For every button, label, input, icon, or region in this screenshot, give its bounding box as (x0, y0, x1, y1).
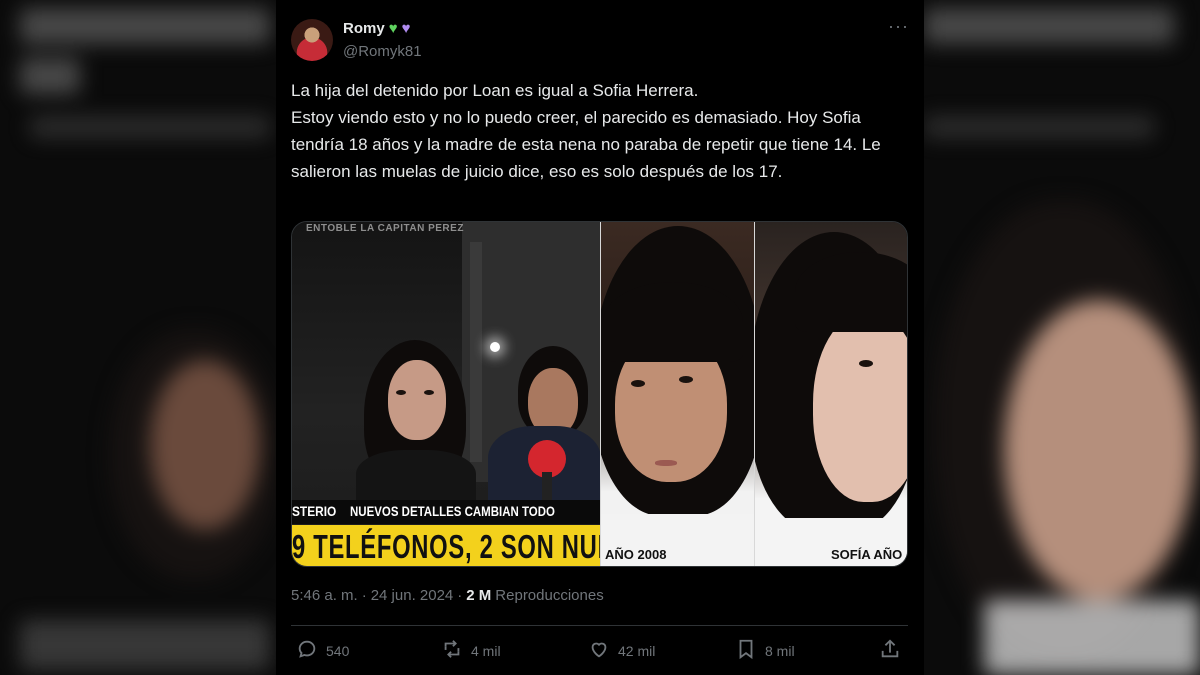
author-handle[interactable]: @Romyk81 (343, 43, 422, 60)
sofia-panel: SOFÍA AÑO (755, 222, 907, 566)
purple-heart-icon: ♥ (401, 20, 411, 37)
share-button[interactable] (879, 638, 901, 663)
share-icon (879, 638, 901, 663)
divider (291, 625, 908, 626)
bookmark-button[interactable]: 8 mil (735, 638, 795, 663)
tweet-card: Romy ♥ ♥ @Romyk81 ··· La hija del deteni… (276, 0, 924, 675)
reply-count: 540 (326, 642, 350, 659)
caption-sofia: SOFÍA AÑO (831, 547, 903, 562)
tweet-date[interactable]: 24 jun. 2024 (371, 587, 454, 604)
bookmark-count: 8 mil (765, 642, 795, 659)
blurred-left-side (0, 0, 276, 675)
ticker-headline: NUEVOS DETALLES CAMBIAN TODO (350, 503, 555, 519)
repost-icon (441, 638, 463, 663)
meta-separator: · (361, 587, 367, 604)
views-label: Reproducciones (495, 587, 604, 604)
reply-button[interactable]: 540 (296, 638, 349, 663)
tweet-text-line: La hija del detenido por Loan es igual a… (291, 81, 699, 100)
action-bar: 540 4 mil 42 mil 8 mil (291, 638, 908, 664)
heart-icon (588, 638, 610, 663)
views-count: 2 M (466, 587, 492, 604)
avatar[interactable] (291, 19, 333, 61)
meta-separator: · (457, 587, 463, 604)
ticker-tag: STERIO (292, 503, 337, 519)
tweet-meta: 5:46 a. m. · 24 jun. 2024 · 2 M Reproduc… (291, 587, 604, 604)
news-top-caption: ENTOBLE LA CAPITAN PEREZ (306, 223, 464, 234)
news-still-panel: ENTOBLE LA CAPITAN PEREZ STERIO NUEVOS D… (292, 222, 601, 566)
author-name-row: Romy ♥ ♥ (343, 20, 411, 37)
photo-2008-panel: AÑO 2008 (601, 222, 754, 566)
tweet-media-image[interactable]: ENTOBLE LA CAPITAN PEREZ STERIO NUEVOS D… (291, 221, 908, 567)
green-heart-icon: ♥ (388, 20, 398, 37)
blurred-right-side (924, 0, 1200, 675)
author-name[interactable]: Romy (343, 20, 385, 37)
tweet-text-line: Estoy viendo esto y no lo puedo creer, e… (291, 108, 881, 181)
tweet-text: La hija del detenido por Loan es igual a… (291, 77, 911, 185)
repost-count: 4 mil (471, 642, 501, 659)
bookmark-icon (735, 638, 757, 663)
ticker-big-text: 9 TELÉFONOS, 2 SON NUESTROS (292, 528, 601, 565)
tweet-time[interactable]: 5:46 a. m. (291, 587, 358, 604)
light-glare (490, 342, 500, 352)
caption-year-2008: AÑO 2008 (605, 547, 667, 562)
like-button[interactable]: 42 mil (588, 638, 655, 663)
ellipsis-icon[interactable]: ··· (888, 16, 908, 36)
reply-icon (296, 638, 318, 663)
like-count: 42 mil (618, 642, 656, 659)
repost-button[interactable]: 4 mil (441, 638, 501, 663)
